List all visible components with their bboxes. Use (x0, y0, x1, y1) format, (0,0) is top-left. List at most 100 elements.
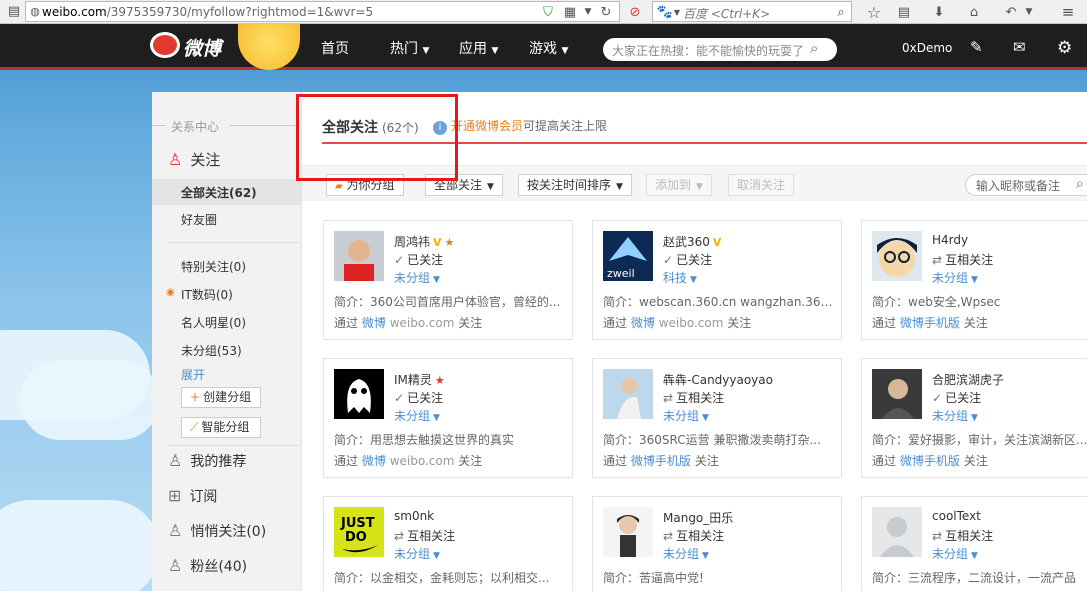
sidebar-item-recommend[interactable]: ♙ 我的推荐 (168, 451, 246, 471)
group-dropdown[interactable]: 未分组 ▼ (394, 545, 440, 562)
home-icon[interactable]: ⌂ (965, 2, 983, 22)
sort-dropdown[interactable]: 按关注时间排序 ▼ (518, 174, 632, 196)
star-icon[interactable]: ☆ (865, 2, 883, 22)
group-dropdown[interactable]: 未分组 ▼ (663, 407, 709, 424)
member-badge-icon[interactable]: ★ (445, 236, 455, 249)
search-icon[interactable]: ⌕ (810, 39, 818, 57)
sidebar-group-special[interactable]: 特别关注(0) (181, 258, 246, 275)
user-name-link[interactable]: 赵武360 (663, 235, 710, 249)
back-icon[interactable]: ↶ (1002, 2, 1020, 22)
user-name-link[interactable]: H4rdy (932, 233, 968, 247)
sidebar-expand-link[interactable]: 展开 (181, 366, 205, 383)
follow-card[interactable]: zweil 赵武360 V ✓ 已关注 科技 ▼ 简介：webscan.360.cn wang… (592, 220, 842, 340)
source-url[interactable]: weibo.com (390, 316, 455, 330)
sidebar-group-it[interactable]: IT数码(0) (181, 286, 233, 303)
avatar[interactable]: zweil (603, 231, 653, 281)
qr-icon[interactable]: ▦ (563, 4, 577, 20)
nav-search-input[interactable]: 大家正在热搜：能不能愉快的玩耍了 ⌕ (603, 38, 837, 61)
source-link[interactable]: 微博 (362, 316, 386, 330)
source-link[interactable]: 微博 (362, 454, 386, 468)
verified-badge-icon[interactable]: V (433, 236, 442, 249)
avatar[interactable] (872, 231, 922, 281)
follow-card[interactable]: 合肥滨湖虎子 ✓ 已关注 未分组 ▼ 简介：爱好摄影，审计，关注滨湖新区... 通过 微博手… (861, 358, 1087, 478)
follow-status[interactable]: ✓ 已关注 (394, 251, 443, 268)
group-dropdown[interactable]: 未分组 ▼ (932, 545, 978, 562)
follow-card[interactable]: Mango_田乐 ⇄ 互相关注 未分组 ▼ 简介：苦逼高中党! (592, 496, 842, 591)
follow-status[interactable]: ⇄ 互相关注 (932, 251, 993, 268)
follow-status[interactable]: ✓ 已关注 (394, 389, 443, 406)
address-bar[interactable]: ◍ weibo.com/3975359730/myfollow?rightmod… (25, 1, 620, 22)
sidebar-item-subscribe[interactable]: ⊞ 订阅 (168, 486, 217, 506)
nav-hot[interactable]: 热门 ▼ (390, 38, 429, 58)
add-to-dropdown[interactable]: 添加到 ▼ (646, 174, 712, 196)
user-name-link[interactable]: 犇犇-Candyyaoyao (663, 373, 773, 387)
avatar[interactable] (872, 369, 922, 419)
smart-group-button[interactable]: ⟋ 智能分组 (181, 417, 261, 438)
source-link[interactable]: 微博 (631, 316, 655, 330)
user-name-link[interactable]: Mango_田乐 (663, 511, 733, 525)
block-icon[interactable]: ⊘ (626, 3, 644, 21)
refresh-icon[interactable]: ↻ (598, 4, 614, 20)
user-name-link[interactable]: sm0nk (394, 509, 434, 523)
avatar[interactable] (603, 369, 653, 419)
avatar[interactable] (872, 507, 922, 557)
user-name-link[interactable]: 合肥滨湖虎子 (932, 373, 1004, 387)
reading-list-icon[interactable]: ▤ (895, 2, 913, 22)
search-icon[interactable]: ⌕ (833, 4, 849, 20)
sidebar-item-follow[interactable]: ♙ 关注 (168, 149, 220, 170)
create-group-button[interactable]: + 创建分组 (181, 387, 261, 408)
nav-games[interactable]: 游戏 ▼ (529, 38, 568, 58)
nav-username[interactable]: 0xDemo (902, 41, 952, 55)
sidebar-item-all-follow[interactable]: 全部关注(62) (181, 184, 257, 201)
group-dropdown[interactable]: 科技 ▼ (663, 269, 697, 286)
download-icon[interactable]: ⬇ (930, 2, 948, 22)
nav-apps[interactable]: 应用 ▼ (459, 38, 498, 58)
unfollow-button[interactable]: 取消关注 (728, 174, 795, 196)
dropdown-icon[interactable]: ▼ (582, 4, 594, 20)
group-dropdown[interactable]: 未分组 ▼ (932, 269, 978, 286)
sidebar-group-ungrouped[interactable]: 未分组(53) (181, 342, 242, 359)
weibo-logo-icon[interactable] (150, 32, 180, 58)
menu-icon[interactable]: ≡ (1058, 2, 1078, 22)
browser-search[interactable]: 🐾 ▼ 百度 <Ctrl+K> ⌕ (652, 1, 852, 22)
follow-card[interactable]: H4rdy ⇄ 互相关注 未分组 ▼ 简介：web安全,Wpsec 通过 微博手机版 关注 (861, 220, 1087, 340)
source-link[interactable]: 微博手机版 (900, 316, 960, 330)
follow-status[interactable]: ⇄ 互相关注 (663, 527, 724, 544)
sidebar-item-fans[interactable]: ♙ 粉丝(40) (168, 556, 247, 576)
sidebar-item-quiet-follow[interactable]: ♙ 悄悄关注(0) (168, 521, 266, 541)
follow-card[interactable]: IM精灵 ★ ✓ 已关注 未分组 ▼ 简介：用思想去触摸这世界的真实 通过 微博 weibo.… (323, 358, 573, 478)
source-link[interactable]: 微博手机版 (900, 454, 960, 468)
weibo-logo[interactable]: 微博 (183, 34, 221, 61)
follow-card[interactable]: JUST DO sm0nk ⇄ 互相关注 未分组 ▼ 简介：以金相交，金耗则忘；以利相交... (323, 496, 573, 591)
group-dropdown[interactable]: 未分组 ▼ (663, 545, 709, 562)
page-menu-icon[interactable]: ▤ (6, 3, 22, 19)
user-name-link[interactable]: 周鸿祎 (394, 235, 430, 249)
edit-icon[interactable]: ✎ (970, 38, 983, 56)
avatar[interactable]: JUST DO (334, 507, 384, 557)
mail-icon[interactable]: ✉ (1013, 38, 1026, 56)
follow-card[interactable]: coolText ⇄ 互相关注 未分组 ▼ 简介：三流程序，二流设计，一流产品 (861, 496, 1087, 591)
follow-status[interactable]: ⇄ 互相关注 (394, 527, 455, 544)
avatar[interactable] (603, 507, 653, 557)
follow-status[interactable]: ✓ 已关注 (932, 389, 981, 406)
avatar[interactable] (334, 231, 384, 281)
shield-icon[interactable]: ⛉ (541, 4, 555, 20)
sidebar-group-celebs[interactable]: 名人明星(0) (181, 314, 246, 331)
search-icon[interactable]: ⌕ (1076, 176, 1084, 192)
member-badge-icon[interactable]: ★ (435, 374, 445, 387)
follow-status[interactable]: ✓ 已关注 (663, 251, 712, 268)
group-dropdown[interactable]: 未分组 ▼ (932, 407, 978, 424)
nav-home[interactable]: 首页 (321, 38, 349, 58)
vip-link[interactable]: 开通微博会员 (451, 119, 523, 133)
dropdown-icon[interactable]: ▼ (1024, 2, 1034, 22)
verified-badge-icon[interactable]: V (713, 236, 722, 249)
source-url[interactable]: weibo.com (659, 316, 724, 330)
follow-status[interactable]: ⇄ 互相关注 (932, 527, 993, 544)
gear-icon[interactable]: ⚙ (1057, 38, 1072, 58)
user-name-link[interactable]: coolText (932, 509, 981, 523)
source-url[interactable]: weibo.com (390, 454, 455, 468)
avatar[interactable] (334, 369, 384, 419)
source-link[interactable]: 微博手机版 (631, 454, 691, 468)
group-dropdown[interactable]: 未分组 ▼ (394, 269, 440, 286)
sidebar-item-friends[interactable]: 好友圈 (181, 211, 217, 228)
